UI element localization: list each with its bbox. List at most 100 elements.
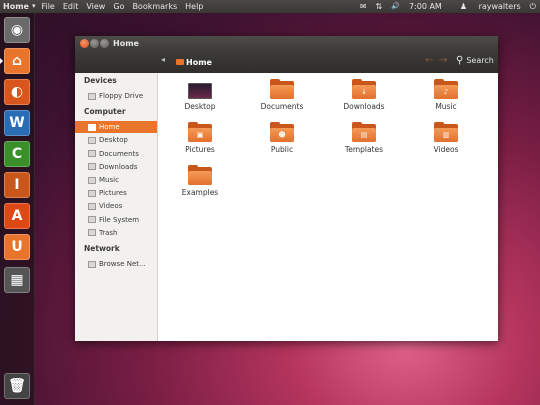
file-item-public[interactable]: ☻ Public: [247, 122, 317, 154]
sidebar-item-label: Documents: [99, 149, 139, 158]
indicator-area: ✉ ⇅ 🔊 7:00 AM ♟ raywalters ⏻: [351, 0, 536, 13]
place-icon: [88, 136, 96, 144]
power-icon[interactable]: ⏻: [530, 0, 536, 13]
sidebar-item-label: File System: [99, 215, 140, 224]
breadcrumb-home[interactable]: Home: [172, 55, 216, 69]
menu-edit[interactable]: Edit: [63, 0, 79, 13]
place-icon: [88, 229, 96, 237]
file-item-label: Videos: [433, 145, 459, 154]
folder-icon: [270, 79, 294, 99]
window-titlebar[interactable]: Home: [75, 36, 498, 51]
sidebar-item-label: Music: [99, 176, 119, 184]
app-menu-chevron-icon[interactable]: ▾: [32, 0, 36, 13]
launcher-workspaces[interactable]: ▦: [4, 267, 30, 293]
ubuntu-one-icon: U: [11, 239, 23, 255]
launcher-impress[interactable]: I: [4, 172, 30, 198]
sidebar-item-browse-net[interactable]: Browse Net...: [75, 258, 157, 270]
sidebar-item-label: Browse Net...: [99, 260, 146, 268]
launcher-home-folder[interactable]: ⌂: [4, 48, 30, 74]
close-icon[interactable]: [80, 39, 89, 48]
top-panel: Home ▾ File Edit View Go Bookmarks Help …: [0, 0, 540, 13]
network-icon[interactable]: ⇅: [376, 0, 383, 13]
templates-emblem-icon: ▤: [360, 131, 368, 139]
sidebar-item-trash[interactable]: Trash: [75, 227, 157, 239]
place-icon: [88, 189, 96, 197]
menu-file[interactable]: File: [41, 0, 54, 13]
file-item-examples[interactable]: Examples: [165, 165, 235, 197]
sidebar-item-file-system[interactable]: File System: [75, 214, 157, 226]
file-item-label: Examples: [181, 188, 219, 197]
sidebar-heading: Computer: [84, 107, 126, 117]
file-item-label: Public: [270, 145, 294, 154]
public-emblem-icon: ☻: [278, 131, 286, 139]
breadcrumb-left-arrow-icon[interactable]: ◂: [161, 55, 165, 64]
launcher-software-center[interactable]: A: [4, 203, 30, 229]
launcher-writer[interactable]: W: [4, 110, 30, 136]
sidebar-item-label: Floppy Drive: [99, 92, 144, 100]
maximize-icon[interactable]: [100, 39, 109, 48]
menu-view[interactable]: View: [86, 0, 105, 13]
firefox-icon: ◐: [10, 84, 24, 100]
sidebar-item-pictures[interactable]: Pictures: [75, 187, 157, 199]
home-folder-icon: ⌂: [11, 53, 23, 69]
file-item-documents[interactable]: Documents: [247, 79, 317, 111]
user-name: raywalters: [478, 2, 521, 11]
sidebar-item-home[interactable]: Home: [75, 121, 157, 134]
sidebar-item-label: Desktop: [99, 136, 128, 145]
sidebar-item-floppy-drive[interactable]: Floppy Drive: [75, 90, 157, 102]
place-icon: [88, 260, 96, 268]
file-item-label: Pictures: [185, 145, 215, 154]
search-label: Search: [466, 56, 494, 65]
sidebar-item-videos[interactable]: Videos: [75, 200, 157, 212]
workspaces-icon: ▦: [10, 272, 24, 288]
back-arrow-icon[interactable]: ←: [425, 55, 433, 66]
sidebar-item-label: Downloads: [99, 162, 138, 171]
launcher-calc[interactable]: C: [4, 141, 30, 167]
videos-emblem-icon: ▥: [442, 131, 450, 139]
file-item-label: Music: [435, 102, 457, 111]
sidebar-item-documents[interactable]: Documents: [75, 148, 157, 160]
clock[interactable]: 7:00 AM: [409, 0, 442, 13]
sound-icon[interactable]: 🔊: [391, 0, 400, 13]
user-menu[interactable]: ♟ raywalters: [451, 0, 521, 13]
sidebar-item-label: Home: [99, 123, 120, 132]
sidebar-item-music[interactable]: Music: [75, 174, 157, 186]
launcher-trash[interactable]: 🗑: [4, 373, 30, 399]
toolbar: ◂ Home ← → ⚲ Search: [75, 51, 498, 73]
place-icon: [88, 123, 96, 131]
minimize-icon[interactable]: [90, 39, 99, 48]
trash-icon: 🗑: [8, 378, 26, 394]
downloads-emblem-icon: ↓: [361, 88, 367, 96]
folder-icon: [188, 165, 212, 185]
global-menu: Home ▾ File Edit View Go Bookmarks Help: [3, 0, 211, 13]
place-icon: [88, 176, 96, 184]
launcher-firefox[interactable]: ◐: [4, 79, 30, 105]
file-item-desktop[interactable]: Desktop: [165, 79, 235, 111]
folder-icon: ♪: [434, 79, 458, 99]
file-item-downloads[interactable]: ↓ Downloads: [329, 79, 399, 111]
file-item-music[interactable]: ♪ Music: [411, 79, 481, 111]
menu-help[interactable]: Help: [185, 0, 203, 13]
sidebar-item-downloads[interactable]: Downloads: [75, 161, 157, 173]
mail-icon[interactable]: ✉: [360, 0, 367, 13]
file-item-label: Downloads: [343, 102, 385, 111]
file-item-label: Documents: [260, 102, 304, 111]
sidebar-item-label: Trash: [99, 228, 118, 237]
forward-arrow-icon[interactable]: →: [439, 55, 447, 66]
place-icon: [88, 92, 96, 100]
place-icon: [88, 202, 96, 210]
file-item-videos[interactable]: ▥ Videos: [411, 122, 481, 154]
file-item-label: Templates: [344, 145, 384, 154]
impress-icon: I: [14, 177, 20, 193]
writer-icon: W: [9, 115, 25, 131]
file-item-pictures[interactable]: ▣ Pictures: [165, 122, 235, 154]
launcher-dash[interactable]: ◉: [4, 17, 30, 43]
desktop-icon: [188, 83, 212, 99]
file-item-templates[interactable]: ▤ Templates: [329, 122, 399, 154]
app-name[interactable]: Home: [3, 0, 29, 13]
menu-go[interactable]: Go: [113, 0, 124, 13]
menu-bookmarks[interactable]: Bookmarks: [132, 0, 177, 13]
sidebar-item-desktop[interactable]: Desktop: [75, 134, 157, 146]
search-button[interactable]: ⚲ Search: [456, 55, 494, 66]
launcher-ubuntu-one[interactable]: U: [4, 234, 30, 260]
